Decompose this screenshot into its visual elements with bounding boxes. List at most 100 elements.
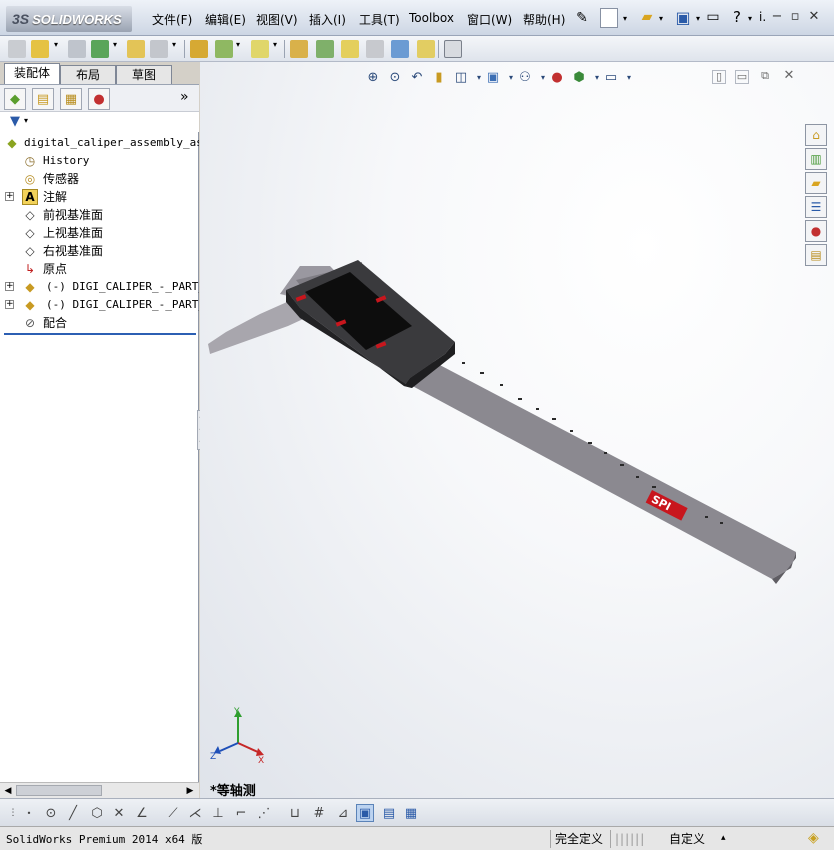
exploded-view-icon[interactable] (341, 40, 359, 58)
angle-icon[interactable]: ∠ (133, 804, 151, 822)
chevron-down-icon[interactable]: ▾ (621, 11, 629, 25)
point-icon[interactable]: • (20, 804, 38, 822)
rebuild-icon[interactable]: ◈ (808, 830, 819, 846)
circle-icon[interactable]: ⊙ (42, 804, 60, 822)
tree-item-top-plane[interactable]: ◇ 上视基准面 (0, 224, 199, 242)
caliper-model[interactable]: SPI (200, 62, 834, 798)
new-document-icon[interactable] (600, 8, 618, 28)
move-component-icon[interactable] (150, 40, 168, 58)
chevron-down-icon[interactable]: ▾ (694, 11, 702, 25)
print-icon[interactable]: ▭ (706, 8, 720, 26)
filter-icon[interactable]: ▼ (10, 114, 20, 129)
extend-icon[interactable]: ⋌ (186, 804, 204, 822)
split-horizontal-icon[interactable]: ▤ (380, 804, 398, 822)
feature-manager-icon[interactable]: ◆ (4, 88, 26, 110)
chevron-down-icon[interactable]: ▾ (54, 40, 62, 58)
chevron-down-icon[interactable]: ▾ (172, 40, 180, 58)
property-manager-icon[interactable]: ▤ (32, 88, 54, 110)
trim-icon[interactable]: ⟋ (164, 804, 182, 822)
minimize-icon[interactable]: − (770, 10, 784, 24)
menu-view[interactable]: 视图(V) (256, 11, 298, 28)
menu-file[interactable]: 文件(F) (152, 11, 192, 28)
linear-pattern-icon[interactable] (91, 40, 109, 58)
polygon-icon[interactable]: ⬡ (88, 804, 106, 822)
rollback-bar[interactable] (4, 333, 196, 335)
save-icon[interactable]: ▣ (674, 8, 692, 27)
solidworks-resources-icon[interactable]: ⌂ (805, 124, 827, 146)
view-palette-icon[interactable]: ☰ (805, 196, 827, 218)
design-library-icon[interactable]: ▥ (805, 148, 827, 170)
assembly-tool-icon[interactable] (8, 40, 26, 58)
new-motion-study-icon[interactable] (290, 40, 308, 58)
horizontal-scrollbar[interactable]: ◀ ▶ (0, 782, 199, 798)
configuration-manager-icon[interactable]: ▦ (60, 88, 82, 110)
corner-icon[interactable]: ⌐ (232, 804, 250, 822)
scroll-left-icon[interactable]: ◀ (1, 784, 15, 798)
menu-help[interactable]: 帮助(H) (523, 11, 565, 28)
expand-icon[interactable]: + (5, 192, 14, 201)
tree-item-mates[interactable]: ⊘ 配合 (0, 314, 199, 332)
tree-item-part-1[interactable]: + ◆ (-) DIGI_CALIPER_-_PART_1<1> (0, 278, 199, 296)
reference-geometry-icon[interactable] (251, 40, 269, 58)
bill-of-materials-icon[interactable] (316, 40, 334, 58)
close-icon[interactable]: ✕ (807, 10, 821, 24)
tree-item-right-plane[interactable]: ◇ 右视基准面 (0, 242, 199, 260)
intersection-icon[interactable]: ✕ (110, 804, 128, 822)
chevron-down-icon[interactable]: ▾ (236, 40, 244, 58)
menu-insert[interactable]: 插入(I) (309, 11, 346, 28)
appearances-scenes-icon[interactable]: ● (805, 220, 827, 242)
tree-item-annotations[interactable]: + A 注解 (0, 188, 199, 206)
tree-item-assembly[interactable]: ◆ digital_caliper_assembly_asm (0, 134, 199, 152)
shaded-view-icon[interactable]: ▣ (356, 804, 374, 822)
tree-item-history[interactable]: ◷ History (0, 152, 199, 170)
tree-item-sensors[interactable]: ◎ 传感器 (0, 170, 199, 188)
help-icon[interactable]: ? (729, 8, 745, 26)
insert-component-icon[interactable] (31, 40, 49, 58)
solidworks-logo[interactable]: 3S SOLIDWORKS (6, 6, 132, 32)
chevron-down-icon[interactable]: ▾ (657, 11, 665, 25)
scroll-thumb[interactable] (16, 785, 102, 796)
split-quad-icon[interactable]: ▦ (402, 804, 420, 822)
line-icon[interactable]: ╱ (64, 804, 82, 822)
custom-properties-icon[interactable]: ▤ (805, 244, 827, 266)
expand-icon[interactable]: + (5, 300, 14, 309)
chevron-up-icon[interactable]: ▴ (721, 833, 726, 843)
perpendicular-icon[interactable]: ⊥ (209, 804, 227, 822)
mate-icon[interactable] (68, 40, 86, 58)
graphics-area[interactable]: ⊕ ⊙ ↶ ▮ ◫ ▾ ▣ ▾ ⚇ ▾ ● ⬢ ▾ ▭ ▾ ▯ ▭ ⧉ ✕ SP… (200, 62, 834, 798)
open-folder-icon[interactable]: ▰ (638, 8, 656, 26)
restore-icon[interactable]: ▫ (788, 10, 802, 24)
tab-sketch[interactable]: 草图 (116, 65, 172, 84)
menu-edit[interactable]: 编辑(E) (205, 11, 246, 28)
instant3d-icon[interactable] (444, 40, 462, 58)
tree-item-part-2[interactable]: + ◆ (-) DIGI_CALIPER_-_PART_2<1> (0, 296, 199, 314)
tree-item-front-plane[interactable]: ◇ 前视基准面 (0, 206, 199, 224)
pin-icon[interactable]: ✎ (573, 9, 591, 27)
display-manager-icon[interactable]: ● (88, 88, 110, 110)
show-hidden-icon[interactable] (190, 40, 208, 58)
expand-icon[interactable]: + (5, 282, 14, 291)
file-explorer-icon[interactable]: ▰ (805, 172, 827, 194)
chevron-down-icon[interactable]: ▾ (113, 40, 121, 58)
dimension-icon[interactable]: ⊔ (286, 804, 304, 822)
chevron-down-icon[interactable]: ▾ (273, 40, 281, 58)
clearance-verification-icon[interactable] (417, 40, 435, 58)
chevron-down-icon[interactable]: ▾ (746, 11, 754, 25)
tab-layout[interactable]: 布局 (60, 65, 116, 84)
assembly-features-icon[interactable] (215, 40, 233, 58)
construction-line-icon[interactable]: ⋰ (255, 804, 273, 822)
extra-menu-label[interactable]: i. (759, 10, 766, 24)
grid-icon[interactable]: # (310, 804, 328, 822)
tab-assembly[interactable]: 装配体 (4, 63, 60, 84)
expand-panel-icon[interactable]: » (180, 89, 189, 105)
menu-toolbox[interactable]: Toolbox (409, 11, 454, 25)
menu-window[interactable]: 窗口(W) (467, 11, 512, 28)
menu-tools[interactable]: 工具(T) (359, 11, 400, 28)
chevron-down-icon[interactable]: ▾ (24, 116, 28, 125)
smart-fasteners-icon[interactable] (127, 40, 145, 58)
tree-item-origin[interactable]: ↳ 原点 (0, 260, 199, 278)
explode-line-sketch-icon[interactable] (366, 40, 384, 58)
interference-detection-icon[interactable] (391, 40, 409, 58)
scroll-right-icon[interactable]: ▶ (183, 784, 197, 798)
relation-icon[interactable]: ⊿ (334, 804, 352, 822)
